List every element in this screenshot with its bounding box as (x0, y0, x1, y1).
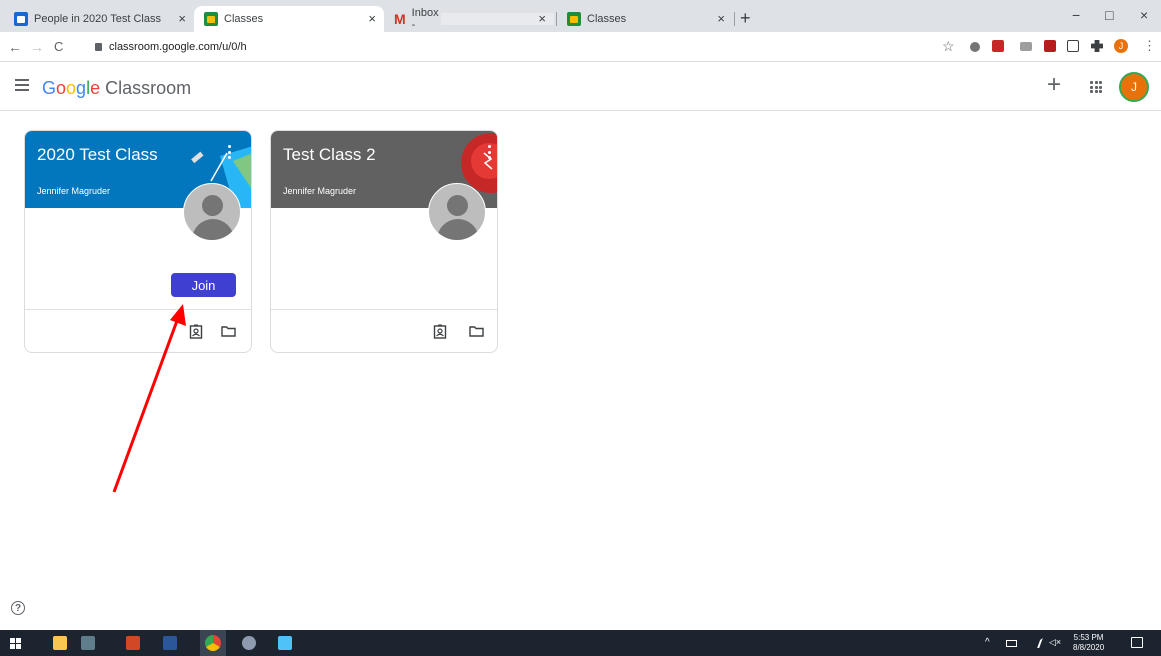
minimize-button[interactable]: − (1072, 7, 1080, 23)
account-avatar[interactable]: J (1119, 72, 1149, 102)
classroom-favicon-icon (567, 12, 581, 26)
classroom-favicon-icon (204, 12, 218, 26)
teacher-name: Jennifer Magruder (37, 186, 111, 196)
your-work-icon[interactable] (433, 324, 447, 339)
extension-icon[interactable] (992, 40, 1004, 52)
redacted-email (440, 13, 554, 25)
tab-separator (734, 12, 735, 26)
extension-icon[interactable] (970, 42, 980, 52)
browser-menu-icon[interactable]: ⋮ (1143, 38, 1156, 54)
bookmark-star-icon[interactable]: ☆ (942, 38, 955, 55)
card-footer (25, 309, 251, 352)
class-title[interactable]: Test Class 2 (283, 145, 376, 165)
main-menu-icon[interactable] (15, 79, 29, 91)
clock-time: 5:53 PM (1073, 633, 1104, 642)
battery-icon[interactable] (1006, 640, 1017, 647)
extension-icon[interactable] (1020, 42, 1032, 51)
tab-close-icon[interactable]: × (368, 11, 376, 26)
tab-people[interactable]: People in 2020 Test Class × (4, 6, 194, 32)
classroom-people-favicon-icon (14, 12, 28, 26)
tab-title: Classes (587, 13, 627, 25)
card-footer (271, 309, 497, 352)
clock-date: 8/8/2020 (1073, 643, 1105, 652)
teacher-name: Jennifer Magruder (283, 186, 357, 196)
browser-profile-avatar[interactable]: J (1114, 39, 1128, 53)
folder-icon[interactable] (469, 325, 484, 337)
tab-close-icon[interactable]: × (717, 11, 725, 26)
create-join-class-button[interactable]: + (1047, 73, 1061, 97)
google-apps-icon[interactable] (1090, 81, 1102, 93)
classroom-header: Google Classroom + J (0, 63, 1161, 111)
new-tab-button[interactable]: + (740, 9, 751, 27)
teacher-avatar (183, 183, 241, 241)
help-icon[interactable]: ? (11, 601, 25, 615)
tab-title: Inbox - (411, 7, 439, 31)
back-button[interactable]: ← (8, 39, 22, 55)
tray-overflow-icon[interactable]: ^ (985, 637, 990, 648)
more-options-icon[interactable] (488, 145, 492, 159)
your-work-icon[interactable] (189, 324, 203, 339)
join-button[interactable]: Join (171, 273, 236, 297)
chrome-taskbar-active[interactable] (200, 630, 226, 656)
acrobat-extension-icon[interactable] (1044, 40, 1056, 52)
url-text: classroom.google.com/u/0/h (109, 41, 247, 53)
product-name: Classroom (105, 78, 192, 98)
photos-icon[interactable] (278, 636, 292, 650)
notifications-icon[interactable] (1131, 637, 1143, 648)
tab-close-icon[interactable]: × (178, 11, 186, 26)
reload-button[interactable]: C (54, 39, 63, 54)
maximize-button[interactable]: □ (1105, 7, 1113, 23)
tab-classes[interactable]: Classes × (557, 6, 733, 32)
close-window-button[interactable]: × (1140, 7, 1148, 23)
tab-close-icon[interactable]: × (538, 11, 546, 26)
windows-start-icon[interactable] (10, 638, 21, 649)
volume-muted-icon[interactable]: ◁× (1049, 637, 1061, 648)
powerpoint-icon[interactable] (126, 636, 140, 650)
calculator-icon[interactable] (81, 636, 95, 650)
more-options-icon[interactable] (228, 145, 232, 159)
folder-icon[interactable] (221, 325, 236, 337)
paint-icon[interactable] (242, 636, 256, 650)
browser-tab-strip: People in 2020 Test Class × Classes × M … (0, 0, 1161, 32)
tab-classes-active[interactable]: Classes × (194, 6, 384, 32)
wifi-icon[interactable] (1028, 638, 1043, 648)
class-title[interactable]: 2020 Test Class (37, 145, 158, 165)
class-card-test-class-2[interactable]: Test Class 2 Jennifer Magruder (270, 130, 498, 353)
word-icon[interactable] (163, 636, 177, 650)
file-explorer-icon[interactable] (53, 636, 67, 650)
windows-taskbar: ^ ◁× 5:53 PM 8/8/2020 (0, 630, 1161, 656)
google-classroom-logo[interactable]: Google Classroom (42, 78, 191, 99)
lock-icon (95, 43, 102, 51)
chrome-icon (205, 635, 221, 651)
tab-inbox[interactable]: M Inbox - × (384, 6, 554, 32)
system-clock[interactable]: 5:53 PM 8/8/2020 (1073, 633, 1104, 653)
class-card-2020-test-class[interactable]: 2020 Test Class Jennifer Magruder Join (24, 130, 252, 353)
address-bar[interactable]: classroom.google.com/u/0/h (95, 36, 935, 58)
gmail-favicon-icon: M (394, 11, 406, 27)
browser-toolbar: ← → C classroom.google.com/u/0/h ☆ (0, 32, 1161, 62)
tab-title: Classes (224, 13, 264, 25)
forward-button[interactable]: → (30, 39, 44, 55)
tab-title: People in 2020 Test Class (34, 13, 161, 25)
grid-extension-icon[interactable] (1067, 40, 1079, 52)
teacher-avatar (428, 183, 486, 241)
